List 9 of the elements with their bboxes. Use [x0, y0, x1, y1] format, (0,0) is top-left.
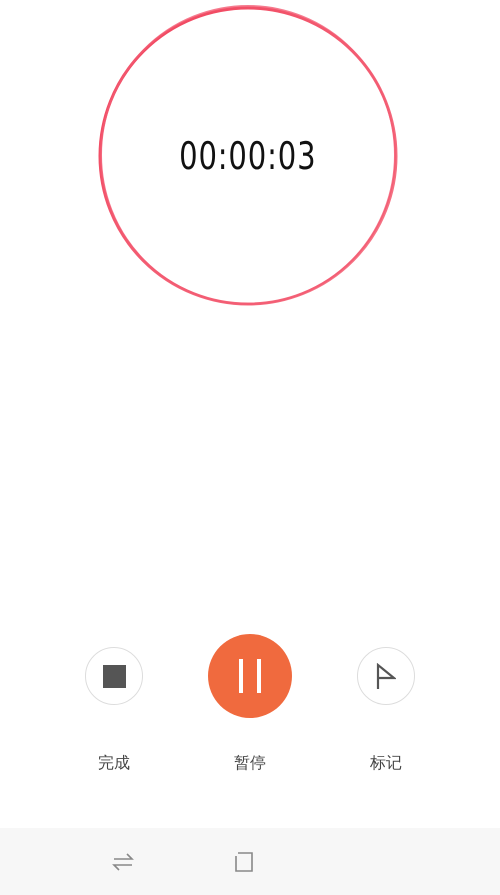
control-label: 完成 [98, 753, 130, 774]
pause-icon [237, 659, 263, 693]
home-button[interactable] [234, 852, 254, 872]
flag-icon [376, 663, 396, 689]
control-label: 标记 [370, 753, 402, 774]
switch-apps-button[interactable] [112, 852, 134, 872]
elapsed-time: 00:00:03 [179, 134, 317, 178]
stop-icon [102, 664, 126, 688]
control-label: 暂停 [234, 753, 266, 774]
